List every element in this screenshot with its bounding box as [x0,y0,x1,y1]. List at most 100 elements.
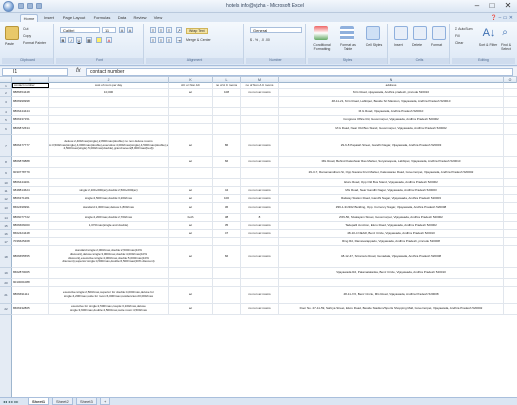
table-cell[interactable]: 86 [213,135,241,156]
table-cell[interactable]: 9010001088 [12,279,49,286]
table-cell[interactable]: Eluru Road, Opp Old Bus Stand, Vijayawad… [279,179,504,186]
table-cell[interactable]: Ring Rd, Ramavarappadu, Vijayawada, Andh… [279,238,504,245]
table-cell[interactable]: 8 [241,214,279,221]
table-cell[interactable]: standard:1,300/max,deluxe:1,800/max [49,203,169,213]
table-cell[interactable] [49,157,169,167]
font-name-select[interactable]: Calibri [60,27,100,33]
format-cells-icon[interactable] [432,26,446,40]
table-cell[interactable] [169,179,213,186]
table-cell[interactable]: single:2,500/max,double:3,200/max [49,195,169,202]
table-cell[interactable]: 8866872634 [12,124,49,134]
format-as-table-button[interactable]: Format as Table [336,43,360,51]
header-cell[interactable]: no of Non A C rooms [241,83,279,88]
tab-view[interactable]: View [152,14,164,22]
copy-button[interactable]: Copy [23,34,31,38]
cell-styles-button[interactable]: Cell Styles [363,43,385,47]
table-cell[interactable] [213,116,241,123]
number-format-buttons[interactable]: $ - % , .0 .00 [250,38,270,42]
table-cell[interactable]: ac [169,230,213,237]
maximize-button[interactable]: □ [486,1,498,11]
table-cell[interactable]: 48-11-7/2, Benz Circle, MG Road, Vijayaw… [279,287,504,303]
table-cell[interactable]: no non ac rooms [241,157,279,167]
table-cell[interactable] [169,108,213,115]
row-number[interactable]: 17 [0,238,12,246]
format-as-table-icon[interactable] [340,26,354,40]
table-cell[interactable] [169,97,213,107]
table-cell[interactable] [49,116,169,123]
row-number[interactable]: 12 [0,195,12,203]
table-cell[interactable]: 8866655555 [12,246,49,267]
table-cell[interactable] [49,238,169,245]
bold-button[interactable]: B [60,37,66,43]
paste-button[interactable]: Paste [5,42,14,46]
formula-input[interactable]: contact number [86,68,513,76]
table-cell[interactable]: Vijayawada Rd, Patamatalanka, Benz Circl… [279,268,504,278]
wrap-text-button[interactable]: Wrap Text [186,28,208,34]
table-cell[interactable]: ac [169,287,213,303]
row-number[interactable]: 7 [0,135,12,157]
table-cell[interactable] [241,124,279,134]
table-cell[interactable]: single:2,100+600(ac),double:2,500+600(ac… [49,187,169,194]
grow-font-icon[interactable]: A [119,27,125,33]
row-number[interactable]: 20 [0,279,12,287]
table-cell[interactable]: 108 [213,89,241,96]
table-cell[interactable]: 8866444444 [12,108,49,115]
table-cell[interactable] [213,124,241,134]
table-cell[interactable]: 7036625468 [12,238,49,245]
row-number[interactable]: 16 [0,230,12,238]
table-cell[interactable] [169,279,213,286]
save-icon[interactable] [18,3,24,9]
align-right-icon[interactable]: ≡ [166,37,172,43]
header-cell[interactable]: cost of room per day [49,83,169,88]
table-cell[interactable]: 29-3-7, Ramamandiram St, Opp Navara Frui… [279,168,504,178]
clear-button[interactable]: Clear [455,41,463,45]
merge-center-button[interactable]: Merge & Center [186,38,211,42]
table-cell[interactable]: no non ac rooms [241,203,279,213]
table-cell[interactable] [213,279,241,286]
table-cell[interactable] [49,230,169,237]
table-cell[interactable]: executive:single:2,500/max,superior for … [49,287,169,303]
tab-data[interactable]: Data [116,14,128,22]
row-number[interactable]: 2 [0,89,12,97]
sort-filter-button[interactable]: Sort & Filter [478,43,498,47]
delete-button[interactable]: Delete [412,43,422,47]
table-cell[interactable]: 8662870005 [12,268,49,278]
table-cell[interactable]: standard:single:2,000/max,double:2,500/m… [49,246,169,267]
format-button[interactable]: Format [431,43,442,47]
table-cell[interactable] [169,116,213,123]
sheet-tab-2[interactable]: Sheet2 [52,398,73,405]
tab-home[interactable]: Home [20,14,38,22]
table-cell[interactable] [241,116,279,123]
table-cell[interactable]: both [169,214,213,221]
office-button[interactable] [3,1,14,12]
align-left-icon[interactable]: ≡ [150,37,156,43]
table-cell[interactable] [279,279,504,286]
table-cell[interactable]: MG Road, Near Gandhi Nagar, Vijayawada, … [279,187,504,194]
table-cell[interactable]: ac [169,135,213,156]
row-number[interactable]: 11 [0,187,12,195]
insert-sheet-icon[interactable]: + [100,398,110,405]
paste-icon[interactable] [5,26,19,40]
table-cell[interactable]: 10,000 [49,89,169,96]
conditional-formatting-icon[interactable] [314,26,328,40]
table-cell[interactable] [213,268,241,278]
italic-button[interactable]: I [68,37,74,43]
table-cell[interactable]: M.G Road, vijayawada, Andhra pradesh, pi… [279,89,504,96]
table-cell[interactable]: no non ac rooms [241,89,279,96]
table-cell[interactable] [49,168,169,178]
table-cell[interactable] [49,268,169,278]
table-cell[interactable]: 8866999998 [12,97,49,107]
sort-filter-icon[interactable]: A↓ [482,26,496,40]
table-cell[interactable]: no non ac rooms [241,230,279,237]
sheet-tab-1[interactable]: Sheet1 [28,398,50,405]
help-icon[interactable]: ❓ – ▭ ✕ [491,15,513,21]
table-cell[interactable]: 38 [213,214,241,221]
table-cell[interactable] [49,108,169,115]
table-cell[interactable] [213,304,241,314]
table-cell[interactable]: 47 [213,230,241,237]
tab-insert[interactable]: Insert [42,14,56,22]
sheet-nav-icon[interactable]: ◂◂ ◂ ▸ ▸▸ [3,399,18,404]
fx-icon[interactable]: fx [76,68,81,74]
fill-button[interactable]: Fill [455,34,459,38]
tab-formulas[interactable]: Formulas [92,14,112,22]
